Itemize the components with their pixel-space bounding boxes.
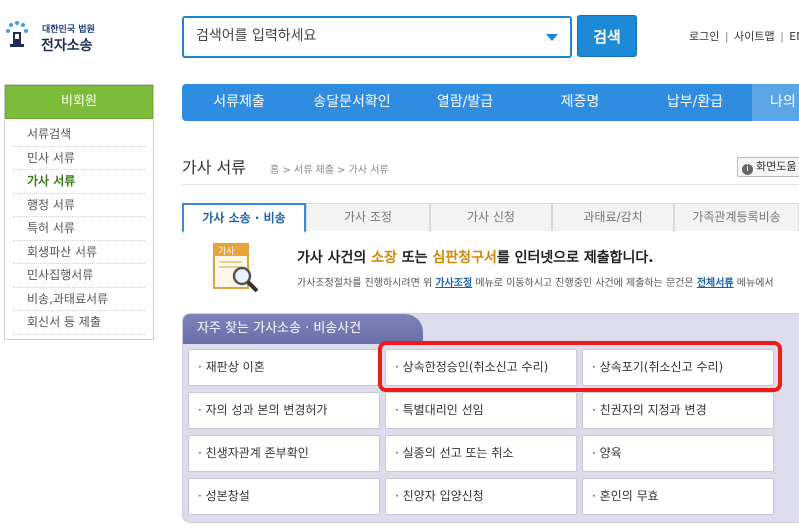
faq-item[interactable]: · 실종의 선고 또는 취소 (385, 435, 577, 472)
english-link[interactable]: ENG (789, 30, 799, 43)
tab-family-registration[interactable]: 가족관계등록비송 (674, 203, 799, 231)
sidebar: 비회원 서류검색 민사 서류 가사 서류 행정 서류 특허 서류 회생파산 서류… (4, 84, 154, 340)
faq-item[interactable]: · 자의 성과 본의 변경허가 (188, 392, 380, 429)
intro-title-text: 또는 (396, 250, 433, 266)
divider: | (780, 30, 784, 43)
court-emblem-icon (6, 21, 28, 47)
sidebar-item-civil-execution[interactable]: 민사집행서류 (13, 264, 145, 288)
intro-title-highlight: 심판청구서 (432, 250, 497, 266)
sidebar-item-non-contentious[interactable]: 비송,과태료서류 (13, 288, 145, 311)
intro-title-text: 를 인터넷으로 제출합니다. (496, 250, 654, 266)
sitemap-link[interactable]: 사이트맵 (734, 30, 774, 43)
search-box (182, 16, 572, 58)
logo-title: 전자소송 (41, 38, 93, 54)
all-documents-link[interactable]: 전체서류 (697, 278, 734, 289)
family-mediation-link[interactable]: 가사조정 (435, 278, 472, 289)
intro-description: 가사조정절차를 진행하시려면 위 가사조정 메뉴로 이동하시고 진행중인 사건에… (297, 274, 774, 289)
breadcrumb: 홈 > 서류 제출 > 가사 서류 (270, 165, 389, 176)
faq-title: 자주 찾는 가사소송 · 비송사건 (183, 314, 423, 344)
nav-item-certificates[interactable]: 제증명 (522, 84, 638, 121)
intro-title-highlight: 소장 (371, 250, 397, 266)
highlight-annotation (378, 341, 782, 392)
faq-item[interactable]: · 특별대리인 선임 (385, 392, 577, 429)
sidebar-item-family[interactable]: 가사 서류 (13, 170, 145, 194)
page-title: 가사 서류 (182, 158, 246, 177)
sidebar-menu: 서류검색 민사 서류 가사 서류 행정 서류 특허 서류 회생파산 서류 민사집… (5, 119, 153, 335)
sidebar-item-administrative[interactable]: 행정 서류 (13, 194, 145, 217)
intro-desc-text: 메뉴로 이동하시고 진행중인 사건에 제출하는 문건은 (472, 278, 697, 289)
logo-subtitle: 대한민국 법원 (42, 25, 95, 35)
court-logo[interactable]: 대한민국 법원 전자소송 (4, 18, 114, 58)
intro-desc-text: 메뉴에서 (733, 278, 774, 289)
nav-item-payment[interactable]: 납부/환급 (638, 84, 752, 121)
divider (182, 184, 799, 185)
sidebar-item-bankruptcy[interactable]: 회생파산 서류 (13, 241, 145, 264)
document-magnifier-icon: 가사 (213, 243, 259, 293)
main-nav: 서류제출 송달문서확인 열람/발급 제증명 납부/환급 나의 (182, 84, 799, 121)
faq-item[interactable]: · 친양자 입양신청 (385, 478, 577, 515)
search-input[interactable] (196, 28, 536, 44)
info-icon: i (742, 164, 753, 175)
help-button[interactable]: i 화면도움 (737, 157, 799, 177)
intro-image-label: 가사 (218, 246, 235, 257)
help-label: 화면도움 (756, 160, 797, 173)
nav-item-submit[interactable]: 서류제출 (182, 84, 296, 121)
sidebar-item-civil[interactable]: 민사 서류 (13, 147, 145, 170)
tab-family-litigation[interactable]: 가사 소송 · 비송 (182, 203, 306, 233)
faq-item[interactable]: · 성본창설 (188, 478, 380, 515)
utility-links: 로그인 | 사이트맵 | ENG (688, 28, 799, 44)
intro-desc-text: 가사조정절차를 진행하시려면 위 (297, 278, 436, 289)
tab-family-application[interactable]: 가사 신청 (430, 203, 552, 231)
nav-item-my[interactable]: 나의 (752, 84, 799, 121)
nav-item-delivery[interactable]: 송달문서확인 (296, 84, 408, 121)
tab-family-mediation[interactable]: 가사 조정 (306, 203, 430, 231)
search-button[interactable]: 검색 (577, 15, 637, 57)
nav-item-view-issue[interactable]: 열람/발급 (408, 84, 522, 121)
sidebar-item-reply-submit[interactable]: 회신서 등 제출 (13, 311, 145, 335)
intro-title: 가사 사건의 소장 또는 심판청구서를 인터넷으로 제출합니다. (297, 247, 654, 267)
sub-tabs: 가사 소송 · 비송 가사 조정 가사 신청 과태료/감치 가족관계등록비송 (182, 203, 799, 233)
intro-title-text: 가사 사건의 (297, 250, 372, 266)
faq-item[interactable]: · 친권자의 지정과 변경 (582, 392, 774, 429)
divider: | (724, 30, 729, 43)
login-link[interactable]: 로그인 (689, 30, 719, 43)
faq-item[interactable]: · 혼인의 무효 (582, 478, 774, 515)
faq-item[interactable]: · 친생자관계 존부확인 (188, 435, 380, 472)
tab-fines-detention[interactable]: 과태료/감치 (552, 203, 674, 231)
faq-item[interactable]: · 재판상 이혼 (188, 349, 380, 386)
sidebar-item-document-search[interactable]: 서류검색 (13, 123, 145, 147)
faq-item[interactable]: · 양육 (582, 435, 774, 472)
sidebar-item-patent[interactable]: 특허 서류 (13, 217, 145, 241)
sidebar-header: 비회원 (5, 85, 153, 119)
chevron-down-icon[interactable] (546, 34, 558, 41)
